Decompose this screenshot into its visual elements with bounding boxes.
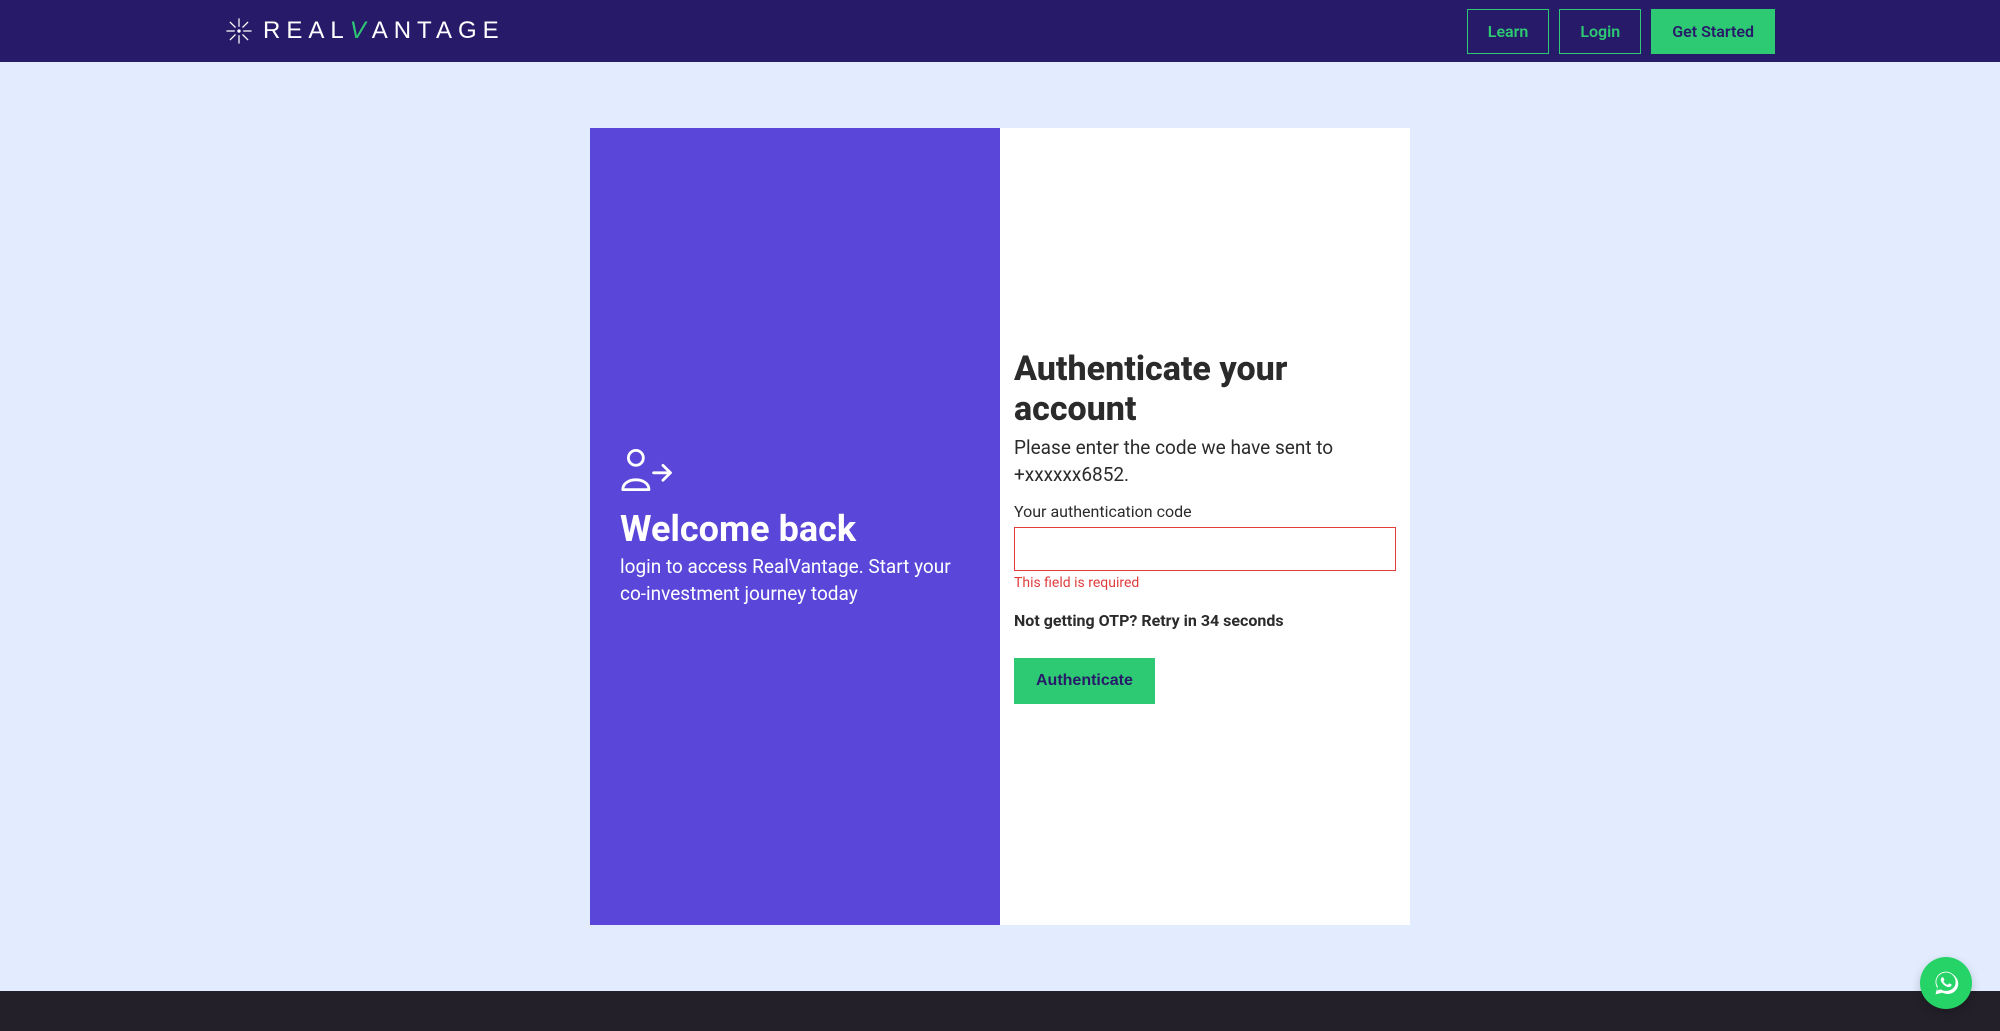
error-message: This field is required <box>1014 575 1396 591</box>
retry-message: Not getting OTP? Retry in 34 seconds <box>1014 611 1396 630</box>
whatsapp-button[interactable] <box>1920 957 1972 1009</box>
top-header: REALVANTAGE Learn Login Get Started <box>0 0 2000 62</box>
auth-title: Authenticate your account <box>1014 349 1396 429</box>
welcome-title: Welcome back <box>620 508 856 550</box>
nav-buttons: Learn Login Get Started <box>1467 9 1775 54</box>
auth-code-input[interactable] <box>1014 527 1396 571</box>
main-content: Welcome back login to access RealVantage… <box>0 62 2000 991</box>
brand-logo[interactable]: REALVANTAGE <box>225 17 505 45</box>
welcome-subtitle: login to access RealVantage. Start your … <box>620 554 970 607</box>
code-label: Your authentication code <box>1014 502 1396 521</box>
get-started-button[interactable]: Get Started <box>1651 9 1775 54</box>
auth-card: Welcome back login to access RealVantage… <box>590 128 1410 925</box>
auth-subtext: Please enter the code we have sent to +x… <box>1014 435 1396 488</box>
auth-panel: Authenticate your account Please enter t… <box>1000 128 1410 925</box>
whatsapp-icon <box>1932 969 1960 997</box>
brand-text: REALVANTAGE <box>263 17 505 45</box>
login-button[interactable]: Login <box>1559 9 1641 54</box>
learn-button[interactable]: Learn <box>1467 9 1550 54</box>
user-login-icon <box>620 446 676 494</box>
welcome-panel: Welcome back login to access RealVantage… <box>590 128 1000 925</box>
page-footer <box>0 991 2000 1031</box>
spark-icon <box>225 17 253 45</box>
authenticate-button[interactable]: Authenticate <box>1014 658 1155 704</box>
